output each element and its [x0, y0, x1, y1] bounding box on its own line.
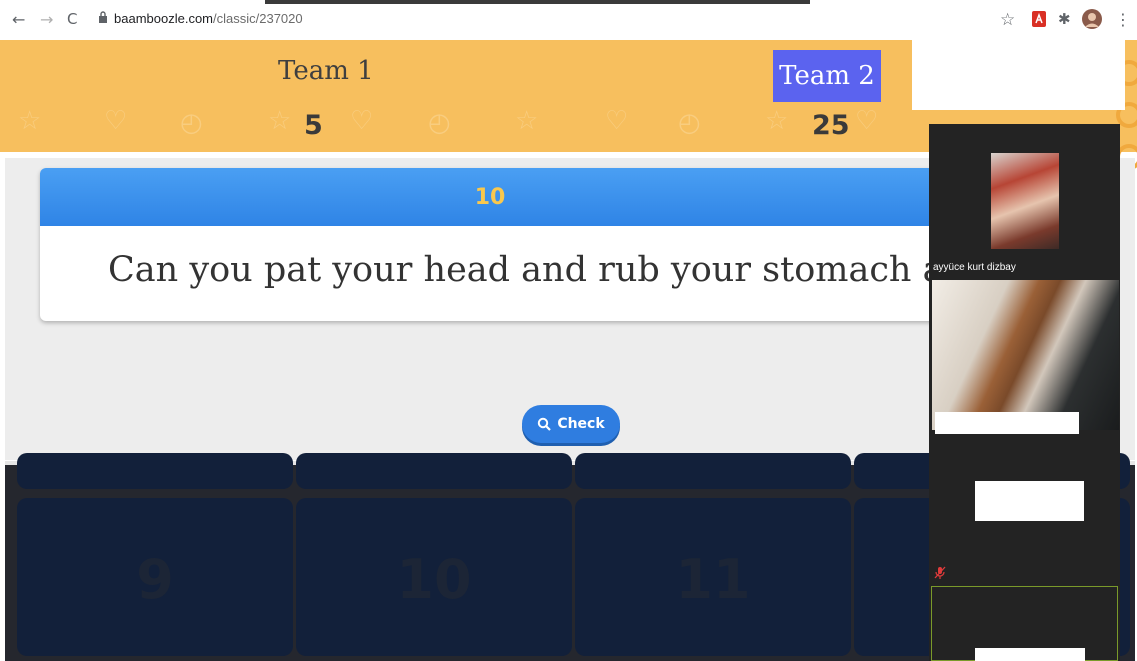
tile-number: 11: [675, 548, 751, 611]
heart-decoration-icon: ♡: [350, 106, 374, 136]
board-tile[interactable]: 10: [296, 498, 572, 656]
star-decoration-icon: ☆: [18, 106, 42, 136]
extensions-puzzle-icon[interactable]: ✱: [1058, 10, 1071, 28]
bookmark-star-icon[interactable]: ☆: [1000, 10, 1015, 30]
heart-decoration-icon: ♡: [605, 106, 629, 136]
question-points: 10: [40, 168, 940, 226]
check-button-label: Check: [557, 416, 605, 432]
url-path: /classic/237020: [213, 11, 303, 26]
back-button[interactable]: ←: [12, 10, 25, 29]
team1-name[interactable]: Team 1: [278, 56, 374, 86]
board-tile[interactable]: [575, 453, 851, 489]
board-tile[interactable]: 11: [575, 498, 851, 656]
redacted-box: [912, 40, 1125, 110]
board-tile[interactable]: [17, 453, 293, 489]
search-icon: [538, 417, 552, 431]
tile-number: 10: [396, 548, 472, 611]
tile-number: 9: [136, 548, 174, 611]
pdf-extension-icon[interactable]: [1030, 10, 1048, 28]
star-decoration-icon: ☆: [515, 106, 539, 136]
address-bar[interactable]: baamboozle.com/classic/237020: [114, 11, 303, 26]
clock-decoration-icon: ◴: [428, 108, 451, 138]
browser-menu-icon[interactable]: ⋮: [1115, 10, 1131, 29]
clock-decoration-icon: ◴: [180, 108, 203, 138]
participant-video[interactable]: [932, 280, 1119, 430]
participant-name: ayyüce kurt dizbay: [933, 262, 1016, 273]
profile-avatar-icon[interactable]: [1082, 9, 1102, 29]
heart-decoration-icon: ♡: [855, 106, 879, 136]
clock-decoration-icon: ◴: [678, 108, 701, 138]
check-button[interactable]: Check: [522, 405, 620, 443]
muted-mic-icon: [934, 566, 946, 579]
team2-score: 25: [812, 110, 850, 141]
redacted-box: [935, 412, 1079, 434]
question-text: Can you pat your head and rub your stoma…: [108, 250, 940, 290]
participant-avatar: [991, 153, 1059, 249]
team1-score: 5: [304, 110, 323, 141]
team2-name[interactable]: Team 2: [773, 50, 881, 102]
star-decoration-icon: ☆: [765, 106, 789, 136]
heart-decoration-icon: ♡: [104, 106, 128, 136]
url-host: baamboozle.com: [114, 11, 213, 26]
question-card: 10 Can you pat your head and rub your st…: [40, 168, 940, 321]
redacted-box: [975, 648, 1085, 661]
board-tile[interactable]: 9: [17, 498, 293, 656]
reload-button[interactable]: C: [67, 10, 77, 28]
lock-icon: [99, 11, 107, 23]
forward-button[interactable]: →: [40, 10, 53, 29]
browser-toolbar: ← → C baamboozle.com/classic/237020 ☆ ✱ …: [0, 0, 1137, 40]
tab-strip-edge: [265, 0, 810, 4]
board-tile[interactable]: [296, 453, 572, 489]
star-decoration-icon: ☆: [268, 106, 292, 136]
redacted-box: [975, 481, 1084, 521]
